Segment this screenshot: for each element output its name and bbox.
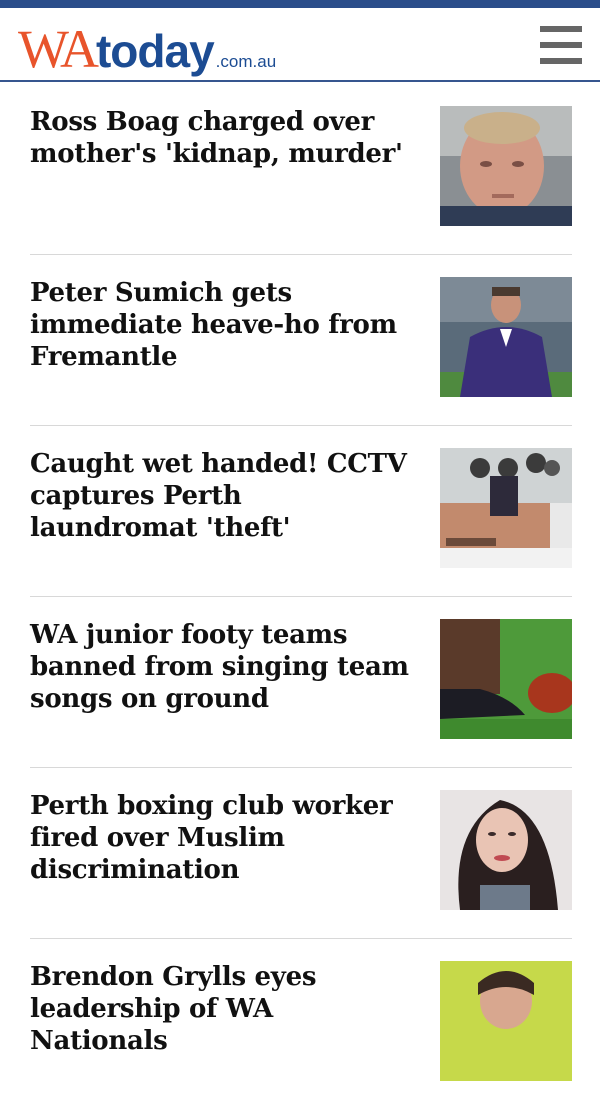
cctv-laundromat-photo [440, 448, 572, 568]
football-boot-photo [440, 619, 572, 739]
article-list: Ross Boag charged over mother's 'kidnap,… [30, 84, 572, 1109]
article-thumbnail[interactable] [440, 277, 572, 397]
article-headline[interactable]: Brendon Grylls eyes leadership of WA Nat… [30, 961, 415, 1057]
article-item[interactable]: Brendon Grylls eyes leadership of WA Nat… [30, 939, 572, 1109]
coach-on-field-photo [440, 277, 572, 397]
logo-tld: .com.au [215, 52, 277, 71]
article-thumbnail[interactable] [440, 619, 572, 739]
site-header: WAtoday .com.au [0, 8, 600, 82]
watoday-logo[interactable]: WAtoday .com.au [18, 18, 277, 79]
article-item[interactable]: Peter Sumich gets immediate heave-ho fro… [30, 255, 572, 426]
logo-wa: WA [18, 19, 99, 79]
article-headline[interactable]: Ross Boag charged over mother's 'kidnap,… [30, 106, 415, 170]
top-strip [0, 0, 600, 8]
hamburger-menu-icon[interactable] [540, 26, 582, 64]
politician-photo [440, 961, 572, 1081]
article-item[interactable]: Perth boxing club worker fired over Musl… [30, 768, 572, 939]
article-thumbnail[interactable] [440, 961, 572, 1081]
article-thumbnail[interactable] [440, 106, 572, 226]
article-headline[interactable]: Caught wet handed! CCTV captures Perth l… [30, 448, 415, 544]
article-item[interactable]: Caught wet handed! CCTV captures Perth l… [30, 426, 572, 597]
man-selfie-photo [440, 106, 572, 226]
article-thumbnail[interactable] [440, 790, 572, 910]
logo-today: today [95, 25, 215, 77]
article-headline[interactable]: Peter Sumich gets immediate heave-ho fro… [30, 277, 415, 373]
article-headline[interactable]: WA junior footy teams banned from singin… [30, 619, 415, 715]
article-thumbnail[interactable] [440, 448, 572, 568]
article-headline[interactable]: Perth boxing club worker fired over Musl… [30, 790, 415, 886]
article-item[interactable]: Ross Boag charged over mother's 'kidnap,… [30, 84, 572, 255]
woman-portrait-photo [440, 790, 572, 910]
article-item[interactable]: WA junior footy teams banned from singin… [30, 597, 572, 768]
